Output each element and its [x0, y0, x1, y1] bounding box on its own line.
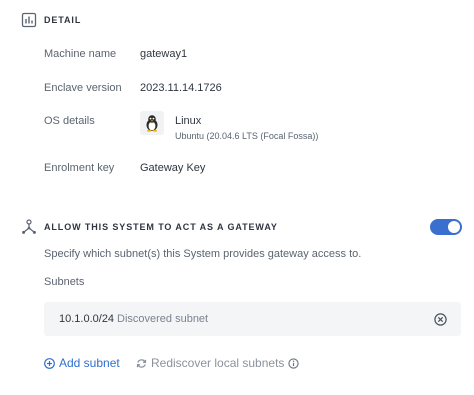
linux-penguin-icon	[140, 111, 164, 135]
os-name: Linux	[175, 115, 202, 127]
detail-section-title: DETAIL	[44, 15, 82, 25]
rediscover-subnets-button[interactable]: Rediscover local subnets	[136, 356, 303, 370]
gateway-section-title: ALLOW THIS SYSTEM TO ACT AS A GATEWAY	[44, 222, 278, 232]
bar-chart-icon	[20, 11, 38, 29]
subnet-cidr: 10.1.0.0/24	[59, 313, 115, 325]
add-circle-icon	[44, 357, 55, 369]
machine-name-value: gateway1	[140, 48, 188, 60]
remove-subnet-icon[interactable]	[434, 313, 447, 326]
enclave-version-label: Enclave version	[44, 82, 122, 94]
os-version: Ubuntu (20.04.6 LTS (Focal Fossa))	[175, 131, 319, 141]
refresh-icon	[136, 358, 147, 368]
os-details-label: OS details	[44, 115, 95, 127]
enclave-version-value: 2023.11.14.1726	[140, 82, 222, 94]
subnets-label: Subnets	[44, 276, 85, 288]
gateway-description: Specify which subnet(s) this System prov…	[44, 248, 362, 260]
enrolment-key-label: Enrolment key	[44, 162, 115, 174]
rediscover-subnets-label: Rediscover local subnets	[151, 356, 285, 370]
info-icon[interactable]	[288, 357, 303, 369]
subnet-row: 10.1.0.0/24 Discovered subnet	[44, 302, 461, 336]
gateway-toggle[interactable]	[430, 219, 462, 235]
gateway-section-header: ALLOW THIS SYSTEM TO ACT AS A GATEWAY	[20, 218, 278, 236]
enrolment-key-link[interactable]: Gateway Key	[140, 162, 205, 174]
machine-name-label: Machine name	[44, 48, 117, 60]
toggle-knob	[448, 221, 460, 233]
subnet-tag: Discovered subnet	[117, 313, 209, 325]
add-subnet-label: Add subnet	[59, 356, 120, 370]
detail-section-header: DETAIL	[20, 11, 81, 29]
system-detail-page: DETAIL Machine name gateway1 Enclave ver…	[0, 0, 474, 395]
add-subnet-button[interactable]: Add subnet	[44, 356, 120, 370]
network-gateway-icon	[20, 218, 38, 236]
